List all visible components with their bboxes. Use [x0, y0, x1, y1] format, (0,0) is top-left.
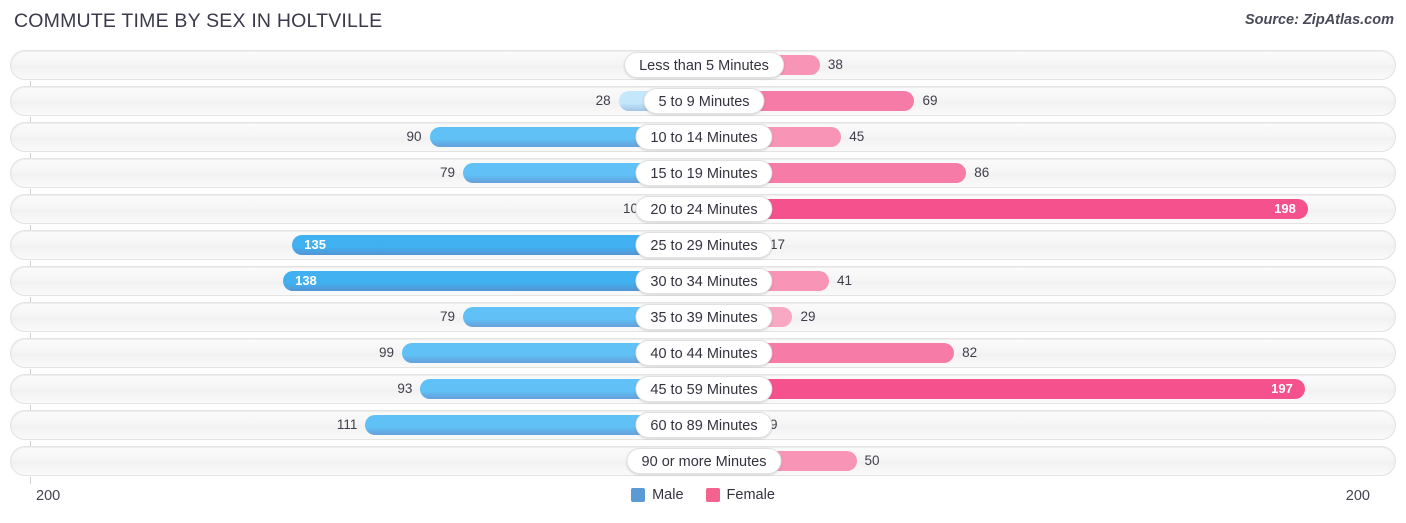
table-row[interactable]: 79 86 15 to 19 Minutes — [10, 158, 1396, 188]
bar-value-male: 90 — [406, 129, 422, 144]
bar-value-female: 41 — [837, 273, 853, 288]
row-bars: 90 45 10 to 14 Minutes — [11, 123, 1397, 151]
row-bars: 99 82 40 to 44 Minutes — [11, 339, 1397, 367]
bar-value-male: 79 — [440, 165, 456, 180]
bar-value-male: 138 — [295, 273, 317, 288]
category-label: 40 to 44 Minutes — [635, 340, 773, 366]
category-label: 90 or more Minutes — [626, 448, 782, 474]
table-row[interactable]: 05090 or more Minutes — [10, 446, 1396, 476]
chart-legend: Male Female — [0, 487, 1406, 503]
row-bars: 79 29 35 to 39 Minutes — [11, 303, 1397, 331]
bar-value-female: 69 — [922, 93, 938, 108]
table-row[interactable]: 10 198 20 to 24 Minutes — [10, 194, 1396, 224]
bar-female[interactable] — [704, 379, 1305, 399]
row-bars: 93 197 45 to 59 Minutes — [11, 375, 1397, 403]
bar-value-female: 50 — [864, 453, 880, 468]
table-row[interactable]: 90 45 10 to 14 Minutes — [10, 122, 1396, 152]
bar-value-male: 99 — [379, 345, 395, 360]
legend-swatch-icon — [705, 488, 720, 502]
category-label: 20 to 24 Minutes — [635, 196, 773, 222]
row-bars: 05090 or more Minutes — [11, 447, 1397, 475]
bar-value-female: 17 — [770, 237, 786, 252]
chart-root: COMMUTE TIME BY SEX IN HOLTVILLE Source:… — [0, 0, 1406, 523]
category-label: Less than 5 Minutes — [624, 52, 784, 78]
bar-value-female: 38 — [827, 57, 843, 72]
legend-item-female[interactable]: Female — [705, 487, 775, 503]
bar-value-male: 93 — [397, 381, 413, 396]
row-bars: 10 198 20 to 24 Minutes — [11, 195, 1397, 223]
bar-value-female: 197 — [1271, 381, 1293, 396]
row-bars: 038Less than 5 Minutes — [11, 51, 1397, 79]
table-row[interactable]: 79 29 35 to 39 Minutes — [10, 302, 1396, 332]
legend-label: Male — [652, 487, 684, 503]
bar-value-female: 198 — [1274, 201, 1296, 216]
category-label: 25 to 29 Minutes — [635, 232, 773, 258]
row-bars: 138 41 30 to 34 Minutes — [11, 267, 1397, 295]
table-row[interactable]: 138 41 30 to 34 Minutes — [10, 266, 1396, 296]
legend-swatch-icon — [631, 488, 646, 502]
bar-value-female: 86 — [974, 165, 990, 180]
bar-female[interactable] — [704, 199, 1308, 219]
bar-value-male: 79 — [440, 309, 456, 324]
bar-value-male: 10 — [622, 201, 638, 216]
table-row[interactable]: 99 82 40 to 44 Minutes — [10, 338, 1396, 368]
bar-value-male: 28 — [595, 93, 611, 108]
row-bars: 111 9 60 to 89 Minutes — [11, 411, 1397, 439]
legend-label: Female — [726, 487, 775, 503]
source-attribution: Source: ZipAtlas.com — [1244, 12, 1394, 28]
page-title: COMMUTE TIME BY SEX IN HOLTVILLE — [14, 10, 383, 32]
table-row[interactable]: 038Less than 5 Minutes — [10, 50, 1396, 80]
category-label: 5 to 9 Minutes — [643, 88, 765, 114]
bar-value-male: 111 — [336, 417, 358, 432]
category-label: 45 to 59 Minutes — [635, 376, 773, 402]
bar-value-female: 45 — [849, 129, 865, 144]
legend-item-male[interactable]: Male — [631, 487, 684, 503]
table-row[interactable]: 135 17 25 to 29 Minutes — [10, 230, 1396, 260]
chart-header: COMMUTE TIME BY SEX IN HOLTVILLE Source:… — [0, 0, 1406, 44]
category-label: 60 to 89 Minutes — [635, 412, 773, 438]
category-label: 35 to 39 Minutes — [635, 304, 773, 330]
table-row[interactable]: 93 197 45 to 59 Minutes — [10, 374, 1396, 404]
bar-value-female: 9 — [770, 417, 778, 432]
category-label: 30 to 34 Minutes — [635, 268, 773, 294]
row-bars: 135 17 25 to 29 Minutes — [11, 231, 1397, 259]
table-row[interactable]: 28 69 5 to 9 Minutes — [10, 86, 1396, 116]
category-label: 10 to 14 Minutes — [635, 124, 773, 150]
row-bars: 79 86 15 to 19 Minutes — [11, 159, 1397, 187]
plot-area: 038Less than 5 Minutes28695 to 9 Minutes… — [0, 50, 1406, 484]
chart-footer: 200 200 Male Female — [0, 484, 1406, 523]
category-label: 15 to 19 Minutes — [635, 160, 773, 186]
row-bars: 28 69 5 to 9 Minutes — [11, 87, 1397, 115]
table-row[interactable]: 111 9 60 to 89 Minutes — [10, 410, 1396, 440]
bar-value-female: 29 — [800, 309, 816, 324]
bar-value-female: 82 — [962, 345, 978, 360]
bar-value-male: 135 — [304, 237, 326, 252]
